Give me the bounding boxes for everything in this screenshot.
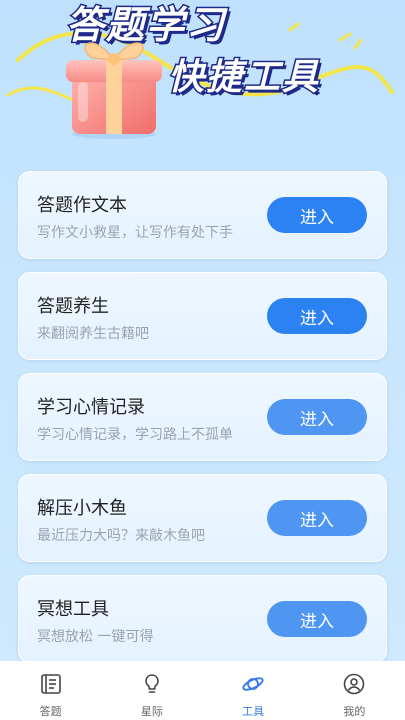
tool-card-meditation: 冥想工具 冥想放松 一键可得 进入 <box>18 575 387 663</box>
header-banner: 答题学习 快捷工具 <box>0 0 405 150</box>
enter-button-essay[interactable]: 进入 <box>267 197 367 233</box>
tab-label: 工具 <box>242 705 265 718</box>
tool-name: 答题作文本 <box>37 195 127 216</box>
gift-box-icon <box>66 42 162 139</box>
tool-name: 冥想工具 <box>37 599 109 620</box>
tool-card-health: 答题养生 来翻阅养生古籍吧 进入 <box>18 272 387 360</box>
tab-profile[interactable]: 我的 <box>304 661 405 720</box>
tool-card-woodfish: 解压小木鱼 最近压力大吗？来敲木鱼吧 进入 <box>18 474 387 562</box>
tool-name: 解压小木鱼 <box>37 498 127 519</box>
tab-interstellar[interactable]: 星际 <box>101 661 202 720</box>
bottom-tab-bar: 答题 星际 工具 我的 <box>0 661 405 720</box>
tool-list: 答题作文本 写作文小救星，让写作有处下手 进入 答题养生 来翻阅养生古籍吧 进入… <box>18 171 387 676</box>
tool-name: 学习心情记录 <box>37 397 145 418</box>
banner-title-line2: 快捷工具 <box>166 57 321 98</box>
answer-book-icon <box>40 674 61 694</box>
tab-label: 答题 <box>39 705 62 718</box>
tab-label: 我的 <box>343 705 366 718</box>
tool-card-essay: 答题作文本 写作文小救星，让写作有处下手 进入 <box>18 171 387 259</box>
lightbulb-icon <box>145 674 159 693</box>
enter-button-mood[interactable]: 进入 <box>267 399 367 435</box>
tool-desc: 来翻阅养生古籍吧 <box>37 326 149 342</box>
tool-desc: 学习心情记录，学习路上不孤单 <box>37 427 233 443</box>
planet-orbit-icon <box>242 677 264 691</box>
profile-icon <box>344 673 365 695</box>
tool-name: 答题养生 <box>37 296 109 317</box>
tab-answer[interactable]: 答题 <box>0 661 101 720</box>
tab-label: 星际 <box>140 705 163 718</box>
tab-tools[interactable]: 工具 <box>203 661 304 720</box>
tool-desc: 最近压力大吗？来敲木鱼吧 <box>37 528 205 544</box>
enter-button-health[interactable]: 进入 <box>267 298 367 334</box>
enter-button-woodfish[interactable]: 进入 <box>267 500 367 536</box>
tool-card-mood: 学习心情记录 学习心情记录，学习路上不孤单 进入 <box>18 373 387 461</box>
tool-desc: 冥想放松 一键可得 <box>37 629 154 645</box>
enter-button-meditation[interactable]: 进入 <box>267 601 367 637</box>
tool-desc: 写作文小救星，让写作有处下手 <box>37 225 233 241</box>
